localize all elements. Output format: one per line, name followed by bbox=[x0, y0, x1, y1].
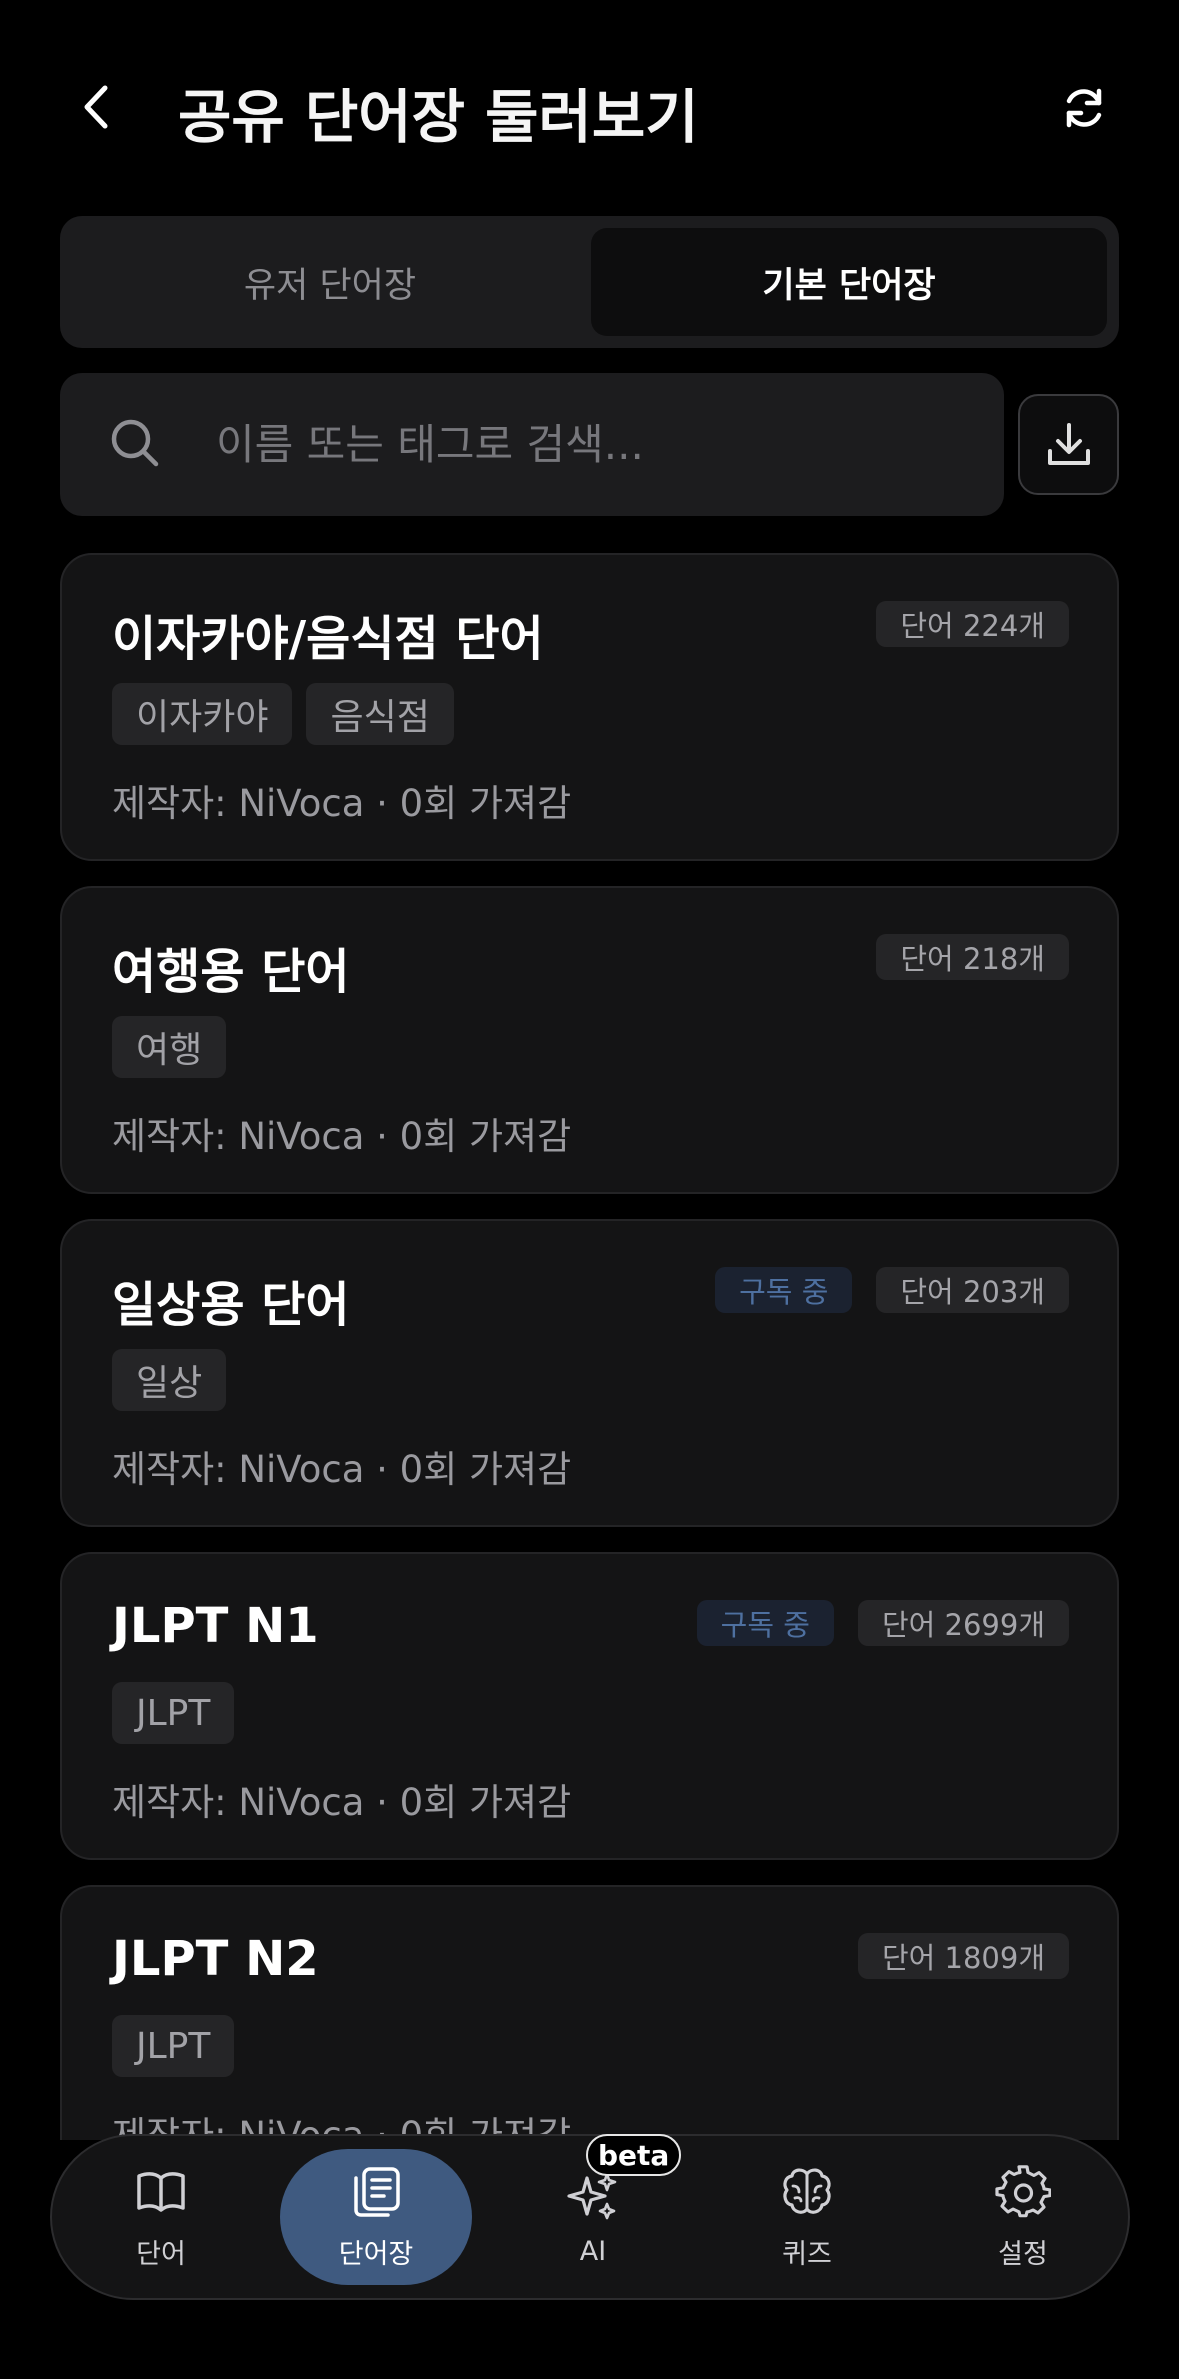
card-title: JLPT N1 bbox=[112, 1598, 319, 1654]
search-input[interactable] bbox=[216, 373, 976, 516]
page-title: 공유 단어장 둘러보기 bbox=[178, 83, 699, 151]
wordbook-card[interactable]: JLPT N1 구독 중 단어 2699개 JLPT 제작자: NiVoca ·… bbox=[60, 1552, 1119, 1860]
nav-label: 퀴즈 bbox=[782, 2238, 832, 2270]
book-icon bbox=[133, 2164, 189, 2220]
nav-item-settings[interactable]: 설정 bbox=[928, 2136, 1118, 2298]
nav-item-wordbooks[interactable]: 단어장 bbox=[280, 2149, 472, 2285]
wordbook-icon bbox=[348, 2164, 404, 2220]
word-count-badge: 단어 2699개 bbox=[857, 1600, 1069, 1646]
card-title: 일상용 단어 bbox=[112, 1277, 350, 1333]
card-tags: 일상 bbox=[112, 1349, 227, 1411]
card-tags: JLPT bbox=[112, 2015, 235, 2077]
card-tags: JLPT bbox=[112, 1682, 235, 1744]
tag-chip: JLPT bbox=[112, 1682, 235, 1744]
tag-chip: JLPT bbox=[112, 2015, 235, 2077]
wordbook-type-toggle: 유저 단어장 기본 단어장 bbox=[60, 216, 1119, 348]
card-badges: 구독 중 단어 203개 bbox=[715, 1267, 1069, 1313]
tab-user-wordbooks[interactable]: 유저 단어장 bbox=[72, 228, 588, 336]
wordbook-card[interactable]: JLPT N2 단어 1809개 JLPT 제작자: NiVoca · 0회 가… bbox=[60, 1885, 1119, 2140]
tag-chip: 음식점 bbox=[306, 683, 454, 745]
card-badges: 단어 218개 bbox=[876, 934, 1069, 980]
bottom-nav: 단어 단어장 AI 퀴즈 설정 beta bbox=[50, 2134, 1130, 2300]
refresh-button[interactable] bbox=[1054, 78, 1114, 138]
card-tags: 여행 bbox=[112, 1016, 227, 1078]
refresh-icon bbox=[1066, 88, 1102, 128]
card-meta: 제작자: NiVoca · 0회 가져감 bbox=[112, 782, 572, 825]
wordbook-card[interactable]: 일상용 단어 구독 중 단어 203개 일상 제작자: NiVoca · 0회 … bbox=[60, 1219, 1119, 1527]
search-bar bbox=[60, 373, 1004, 516]
nav-label: 설정 bbox=[998, 2238, 1048, 2270]
card-meta: 제작자: NiVoca · 0회 가져감 bbox=[112, 1115, 572, 1158]
nav-item-words[interactable]: 단어 bbox=[66, 2136, 256, 2298]
nav-label: 단어 bbox=[136, 2238, 186, 2270]
nav-label: AI bbox=[579, 2235, 607, 2267]
card-title: JLPT N2 bbox=[112, 1931, 319, 1987]
beta-badge: beta bbox=[586, 2134, 682, 2176]
wordbook-card[interactable]: 여행용 단어 단어 218개 여행 제작자: NiVoca · 0회 가져감 bbox=[60, 886, 1119, 1194]
chevron-left-icon bbox=[84, 85, 108, 129]
card-tags: 이자카야 음식점 bbox=[112, 683, 454, 745]
header: 공유 단어장 둘러보기 bbox=[0, 0, 1179, 215]
card-title: 여행용 단어 bbox=[112, 944, 350, 1000]
word-count-badge: 단어 1809개 bbox=[857, 1933, 1069, 1979]
download-icon bbox=[1047, 422, 1090, 465]
tag-chip: 여행 bbox=[112, 1016, 227, 1078]
subscribed-badge: 구독 중 bbox=[696, 1600, 834, 1646]
word-count-badge: 단어 224개 bbox=[876, 601, 1069, 647]
back-button[interactable] bbox=[70, 78, 122, 136]
card-badges: 단어 224개 bbox=[876, 601, 1069, 647]
card-badges: 단어 1809개 bbox=[857, 1933, 1069, 1979]
nav-item-quiz[interactable]: 퀴즈 bbox=[712, 2136, 902, 2298]
card-meta: 제작자: NiVoca · 0회 가져감 bbox=[112, 1448, 572, 1491]
subscribed-badge: 구독 중 bbox=[715, 1267, 853, 1313]
nav-label: 단어장 bbox=[338, 2238, 414, 2270]
brain-icon bbox=[779, 2164, 835, 2220]
card-badges: 구독 중 단어 2699개 bbox=[696, 1600, 1069, 1646]
wordbook-card[interactable]: 이자카야/음식점 단어 단어 224개 이자카야 음식점 제작자: NiVoca… bbox=[60, 553, 1119, 861]
word-count-badge: 단어 218개 bbox=[876, 934, 1069, 980]
tag-chip: 이자카야 bbox=[112, 683, 293, 745]
download-button[interactable] bbox=[1018, 394, 1119, 495]
search-icon bbox=[111, 419, 159, 467]
word-count-badge: 단어 203개 bbox=[876, 1267, 1069, 1313]
card-title: 이자카야/음식점 단어 bbox=[112, 611, 544, 667]
tag-chip: 일상 bbox=[112, 1349, 227, 1411]
card-meta: 제작자: NiVoca · 0회 가져감 bbox=[112, 1781, 572, 1824]
gear-icon bbox=[995, 2164, 1051, 2220]
tab-basic-wordbooks[interactable]: 기본 단어장 bbox=[591, 228, 1107, 336]
